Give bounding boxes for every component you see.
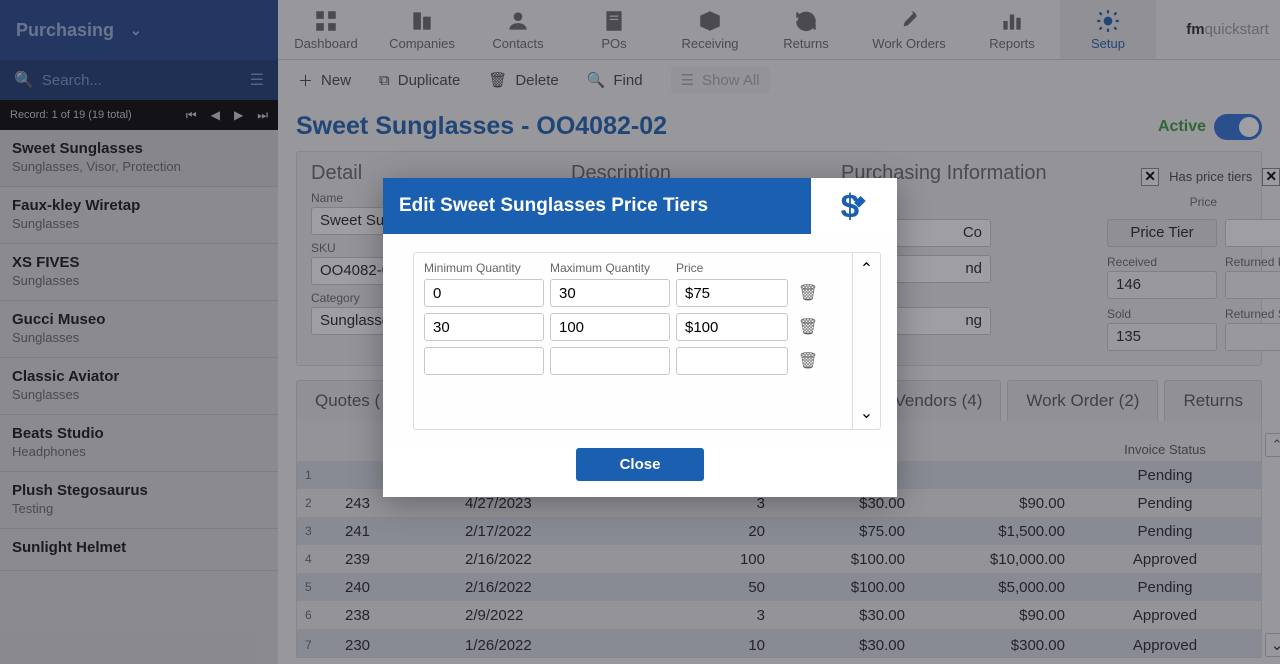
scroll-down-icon[interactable]: ⌄	[860, 403, 873, 423]
tier-row: 🗑	[424, 313, 842, 341]
svg-text:$: $	[841, 189, 860, 226]
min-qty-input[interactable]	[424, 313, 544, 341]
modal-overlay: Edit Sweet Sunglasses Price Tiers $ Mini…	[0, 0, 1280, 664]
price-input[interactable]	[676, 347, 788, 375]
max-qty-input[interactable]	[550, 347, 670, 375]
scroll-up-icon[interactable]: ⌃	[860, 259, 873, 279]
col-price: Price	[676, 261, 788, 275]
price-input[interactable]	[676, 313, 788, 341]
close-button[interactable]: Close	[576, 448, 705, 481]
tier-row: 🗑	[424, 279, 842, 307]
min-qty-input[interactable]	[424, 347, 544, 375]
tier-row: 🗑	[424, 347, 842, 375]
max-qty-input[interactable]	[550, 313, 670, 341]
min-qty-input[interactable]	[424, 279, 544, 307]
col-min-qty: Minimum Quantity	[424, 261, 544, 275]
modal-title: Edit Sweet Sunglasses Price Tiers	[383, 178, 811, 234]
max-qty-input[interactable]	[550, 279, 670, 307]
trash-icon[interactable]: 🗑	[794, 351, 822, 371]
price-input[interactable]	[676, 279, 788, 307]
dollar-edit-icon: $	[811, 178, 897, 234]
trash-icon[interactable]: 🗑	[794, 283, 822, 303]
price-tiers-modal: Edit Sweet Sunglasses Price Tiers $ Mini…	[383, 178, 897, 497]
trash-icon[interactable]: 🗑	[794, 317, 822, 337]
col-max-qty: Maximum Quantity	[550, 261, 670, 275]
